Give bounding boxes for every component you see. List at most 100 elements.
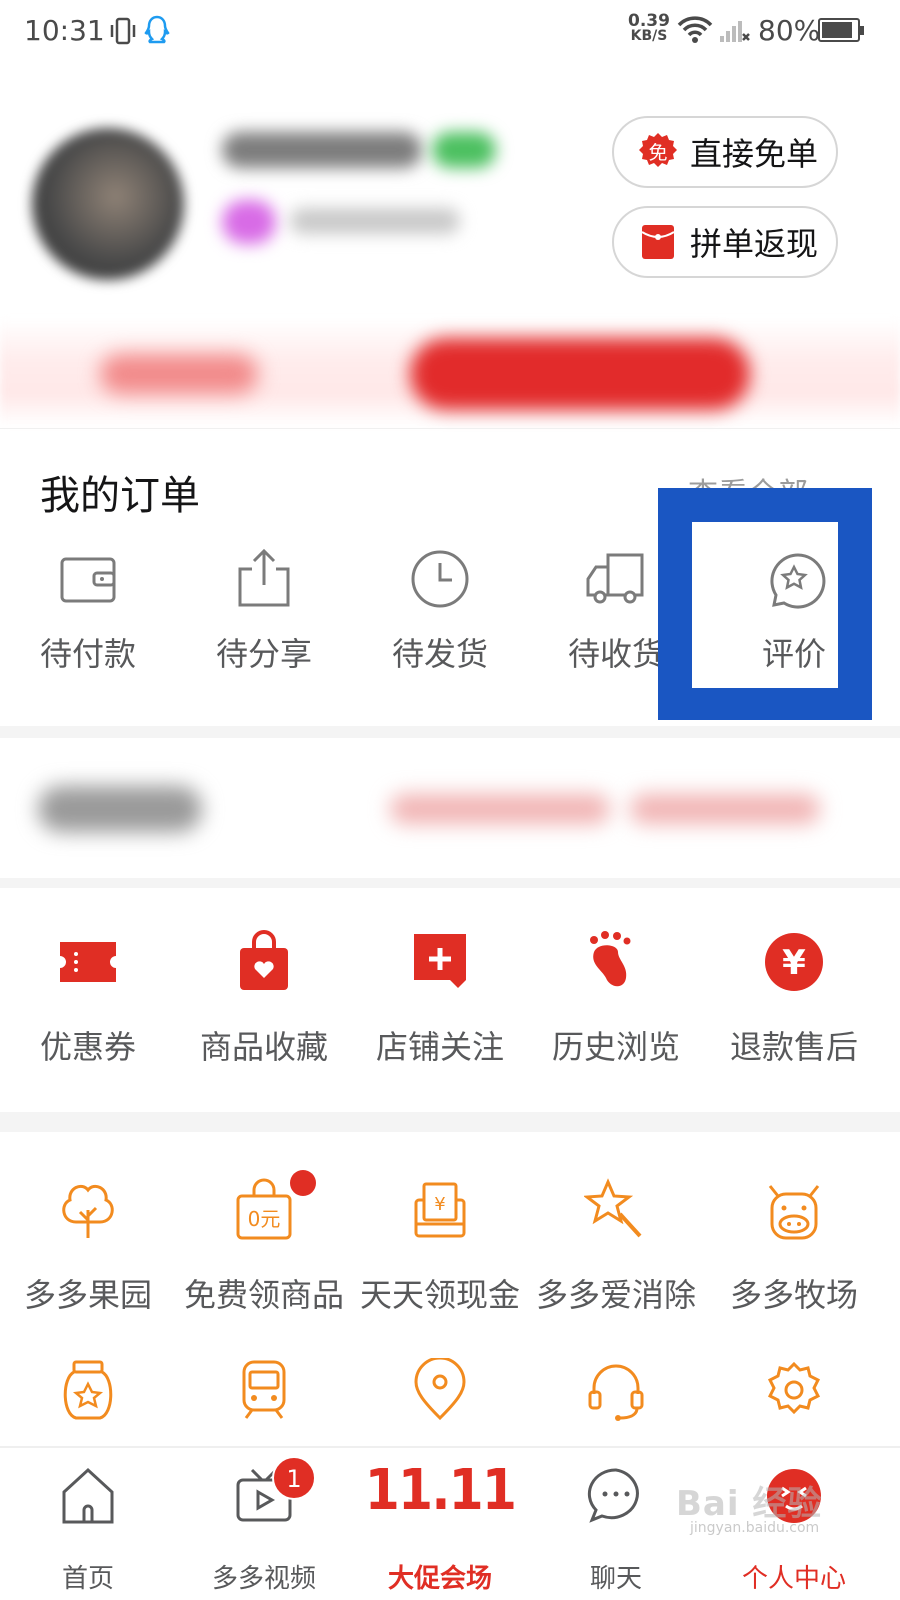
tool-location[interactable] (352, 1358, 528, 1422)
order-item-label: 待付款 (39, 635, 136, 673)
chat-icon (587, 1468, 639, 1523)
blurred-banner-text (100, 354, 258, 394)
free-order-button[interactable]: 免 直接免单 (612, 116, 838, 188)
section-divider (0, 1112, 900, 1132)
coupon-icon (60, 942, 116, 982)
battery-icon (818, 18, 864, 42)
qq-penguin-icon (144, 14, 170, 50)
section-divider (0, 726, 900, 738)
group-cashback-label: 拼单返现 (690, 225, 819, 263)
blurred-banner-button[interactable] (410, 338, 750, 410)
service-label: 历史浏览 (551, 1028, 680, 1066)
tab-home[interactable]: 首页 (0, 1448, 176, 1600)
favorite-bag-icon (240, 930, 288, 990)
tool-honey-jar[interactable] (0, 1358, 176, 1422)
game-label: 免费领商品 (183, 1276, 344, 1314)
tab-label: 大促会场 (387, 1564, 492, 1594)
truck-icon (586, 553, 644, 604)
service-history[interactable]: 历史浏览 (528, 930, 704, 1068)
free-bag-icon: 0元 (236, 1178, 292, 1240)
notification-dot (290, 1170, 316, 1196)
tab-label: 首页 (61, 1564, 114, 1594)
profile-header: 免 直接免单 拼单返现 (0, 70, 900, 430)
star-wand-icon (584, 1178, 642, 1238)
red-envelope-icon (638, 222, 678, 262)
free-order-label: 直接免单 (690, 135, 819, 173)
video-badge: 1 (272, 1456, 316, 1500)
location-pin-icon (414, 1358, 466, 1421)
bottom-tab-bar: 首页 1 多多视频 11.11 大促会场 聊天 个人中心 Bai 经验 jing… (0, 1446, 900, 1600)
service-coupon[interactable]: 优惠券 (0, 930, 176, 1068)
blurred-info-text (390, 794, 610, 824)
game-elimination[interactable]: 多多爱消除 (528, 1178, 704, 1316)
tab-label: 聊天 (589, 1564, 642, 1594)
service-store-follow[interactable]: 店铺关注 (352, 930, 528, 1068)
tool-customer-service[interactable] (528, 1358, 704, 1422)
game-label: 天天领现金 (359, 1276, 520, 1314)
service-favorites[interactable]: 商品收藏 (176, 930, 352, 1068)
tool-train[interactable] (176, 1358, 352, 1422)
game-label: 多多牧场 (729, 1276, 858, 1314)
signal-icon (718, 18, 752, 48)
order-pending-payment[interactable]: 待付款 (0, 547, 176, 687)
baidu-watermark: Bai 经验 (676, 1484, 823, 1524)
blurred-info-bar[interactable] (0, 738, 900, 878)
cash-envelope-text: ¥ (434, 1194, 445, 1215)
store-follow-icon (414, 934, 466, 988)
net-speed-value: 0.39 (628, 11, 670, 31)
clock-icon (411, 550, 469, 608)
order-pending-shipment[interactable]: 待发货 (352, 547, 528, 687)
tab-label: 多多视频 (211, 1564, 316, 1594)
tab-promo[interactable]: 11.11 大促会场 (352, 1448, 528, 1600)
network-speed: 0.39 KB/S (628, 11, 670, 44)
order-pending-share[interactable]: 待分享 (176, 547, 352, 687)
refund-yen-text: ¥ (782, 943, 806, 983)
blurred-username (222, 132, 422, 168)
service-label: 商品收藏 (199, 1028, 328, 1066)
game-orchard[interactable]: 多多果园 (0, 1178, 176, 1316)
blurred-info-text (630, 794, 820, 824)
game-ranch[interactable]: 多多牧场 (706, 1178, 882, 1316)
blurred-badge (432, 132, 496, 168)
status-time: 10:31 (24, 14, 105, 47)
cow-icon (768, 1185, 820, 1240)
battery-percent: 80% (758, 14, 821, 47)
avatar[interactable] (32, 128, 184, 280)
free-bag-text: 0元 (248, 1207, 281, 1231)
free-order-icon: 免 (638, 132, 678, 172)
train-icon (242, 1360, 286, 1419)
service-refund[interactable]: ¥ 退款售后 (706, 930, 882, 1068)
blurred-info-title (38, 786, 202, 832)
vibrate-icon (108, 16, 138, 50)
footprint-icon (590, 931, 631, 987)
baidu-watermark-url: jingyan.baidu.com (690, 1520, 820, 1536)
service-label: 优惠券 (39, 1028, 136, 1066)
group-cashback-button[interactable]: 拼单返现 (612, 206, 838, 278)
tab-label: 个人中心 (741, 1564, 846, 1594)
game-free-goods[interactable]: 0元 免费领商品 (176, 1178, 352, 1316)
section-divider (0, 878, 900, 888)
free-order-icon-text: 免 (648, 142, 667, 164)
wallet-icon (60, 557, 116, 603)
tab-video[interactable]: 1 多多视频 (176, 1448, 352, 1600)
service-label: 退款售后 (729, 1028, 858, 1066)
status-bar: 10:31 0.39 KB/S 80% (0, 0, 900, 66)
blurred-level-icon (222, 200, 276, 244)
wifi-icon (676, 16, 714, 48)
order-item-label: 待发货 (391, 635, 488, 673)
tool-settings[interactable] (706, 1358, 882, 1422)
order-item-label: 待分享 (215, 635, 312, 673)
review-highlight-box (658, 488, 872, 720)
tree-icon (62, 1184, 114, 1238)
game-label: 多多果园 (23, 1276, 152, 1314)
headset-icon (588, 1364, 644, 1421)
refund-yen-icon: ¥ (765, 933, 823, 991)
double-eleven-logo: 11.11 (364, 1458, 517, 1523)
home-icon (62, 1467, 114, 1524)
orders-title: 我的订单 (40, 473, 200, 519)
share-icon (238, 548, 290, 607)
honey-jar-icon (63, 1360, 113, 1420)
game-daily-cash[interactable]: ¥ 天天领现金 (352, 1178, 528, 1316)
game-label: 多多爱消除 (535, 1276, 696, 1314)
service-label: 店铺关注 (375, 1028, 504, 1066)
